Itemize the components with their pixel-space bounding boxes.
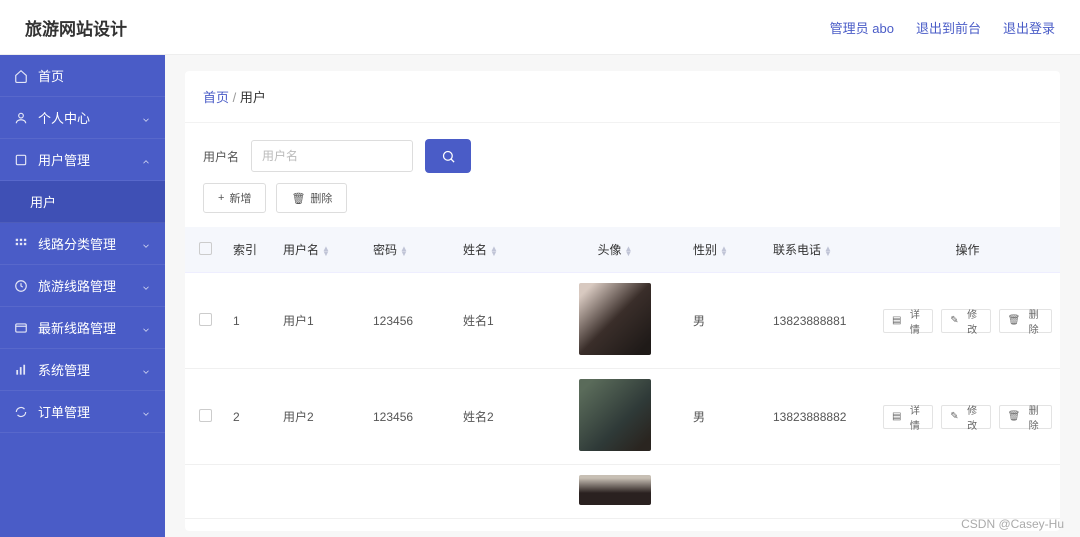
clock-icon xyxy=(14,279,28,293)
app-title: 旅游网站设计 xyxy=(25,15,127,40)
data-table: 索引 用户名▲▼ 密码▲▼ 姓名▲▼ 头像▲▼ 性别▲▼ 联系电话▲▼ 操作 1… xyxy=(185,227,1060,519)
sidebar: 首页个人中心用户管理用户线路分类管理旅游线路管理最新线路管理系统管理订单管理 xyxy=(0,55,165,537)
sort-icon[interactable]: ▲▼ xyxy=(625,246,633,256)
avatar xyxy=(579,283,651,355)
search-label: 用户名 xyxy=(203,148,239,165)
exit-front-link[interactable]: 退出到前台 xyxy=(916,18,981,37)
cell-name: 姓名2 xyxy=(455,369,545,465)
table-row xyxy=(185,465,1060,519)
cell-password: 123456 xyxy=(365,273,455,369)
edit-icon: ✎ xyxy=(950,315,958,326)
table-row: 2用户2123456姓名2 男13823888882 ▤详情 ✎修改 🗑删除 xyxy=(185,369,1060,465)
sidebar-item-8[interactable]: 订单管理 xyxy=(0,391,165,433)
sidebar-item-3[interactable]: 用户 xyxy=(0,181,165,223)
sort-icon[interactable]: ▲▼ xyxy=(400,246,408,256)
sidebar-item-1[interactable]: 个人中心 xyxy=(0,97,165,139)
main-content: 首页 / 用户 用户名 +新增 🗑删除 xyxy=(165,55,1080,537)
select-all-checkbox[interactable] xyxy=(199,242,212,255)
row-checkbox[interactable] xyxy=(199,409,212,422)
sidebar-item-4[interactable]: 线路分类管理 xyxy=(0,223,165,265)
avatar xyxy=(579,379,651,451)
breadcrumb-current: 用户 xyxy=(240,90,266,105)
top-links: 管理员 abo 退出到前台 退出登录 xyxy=(830,18,1055,37)
chevron-down-icon xyxy=(141,323,151,333)
edit-button[interactable]: ✎修改 xyxy=(941,405,990,429)
plus-icon: + xyxy=(218,192,224,204)
breadcrumb: 首页 / 用户 xyxy=(185,71,1060,123)
cell-gender: 男 xyxy=(685,273,765,369)
sidebar-item-label: 系统管理 xyxy=(38,360,90,379)
cell-name: 姓名1 xyxy=(455,273,545,369)
action-row: +新增 🗑删除 xyxy=(185,183,1060,227)
table-row: 1用户1123456姓名1 男13823888881 ▤详情 ✎修改 🗑删除 xyxy=(185,273,1060,369)
detail-button[interactable]: ▤详情 xyxy=(883,309,933,333)
add-button[interactable]: +新增 xyxy=(203,183,266,213)
sidebar-item-label: 订单管理 xyxy=(38,402,90,421)
window-icon xyxy=(14,321,28,335)
cell-username: 用户2 xyxy=(275,369,365,465)
logout-link[interactable]: 退出登录 xyxy=(1003,18,1055,37)
sidebar-item-7[interactable]: 系统管理 xyxy=(0,349,165,391)
row-checkbox[interactable] xyxy=(199,313,212,326)
sidebar-item-label: 用户 xyxy=(30,192,56,211)
delete-button[interactable]: 🗑删除 xyxy=(276,183,347,213)
topbar: 旅游网站设计 管理员 abo 退出到前台 退出登录 xyxy=(0,0,1080,55)
cell-gender: 男 xyxy=(685,369,765,465)
sort-icon[interactable]: ▲▼ xyxy=(322,246,330,256)
admin-link[interactable]: 管理员 abo xyxy=(830,18,894,37)
cell-index: 2 xyxy=(225,369,275,465)
edit-button[interactable]: ✎修改 xyxy=(941,309,990,333)
sidebar-item-label: 最新线路管理 xyxy=(38,318,116,337)
home-icon xyxy=(14,69,28,83)
row-delete-button[interactable]: 🗑删除 xyxy=(999,309,1052,333)
trash-icon: 🗑 xyxy=(1008,411,1021,422)
list-icon: ▤ xyxy=(892,315,901,326)
search-icon xyxy=(441,149,456,164)
trash-icon: 🗑 xyxy=(1008,315,1021,326)
search-toolbar: 用户名 xyxy=(185,123,1060,183)
sidebar-item-label: 旅游线路管理 xyxy=(38,276,116,295)
content-card: 首页 / 用户 用户名 +新增 🗑删除 xyxy=(185,71,1060,531)
breadcrumb-home[interactable]: 首页 xyxy=(203,90,229,105)
cell-phone: 13823888882 xyxy=(765,369,875,465)
chevron-down-icon xyxy=(141,365,151,375)
edit-icon: ✎ xyxy=(950,411,958,422)
refresh-icon xyxy=(14,405,28,419)
sidebar-item-label: 线路分类管理 xyxy=(38,234,116,253)
search-input[interactable] xyxy=(251,140,413,172)
sort-icon[interactable]: ▲▼ xyxy=(824,246,832,256)
sidebar-item-label: 用户管理 xyxy=(38,150,90,169)
chevron-down-icon xyxy=(141,407,151,417)
sort-icon[interactable]: ▲▼ xyxy=(490,246,498,256)
grid-icon xyxy=(14,237,28,251)
chevron-down-icon xyxy=(141,281,151,291)
search-button[interactable] xyxy=(425,139,471,173)
cell-username: 用户1 xyxy=(275,273,365,369)
watermark: CSDN @Casey-Hu xyxy=(961,517,1064,531)
chevron-down-icon xyxy=(141,113,151,123)
cell-phone: 13823888881 xyxy=(765,273,875,369)
trash-icon: 🗑 xyxy=(291,192,305,205)
breadcrumb-sep: / xyxy=(233,90,237,105)
sidebar-item-2[interactable]: 用户管理 xyxy=(0,139,165,181)
sidebar-item-6[interactable]: 最新线路管理 xyxy=(0,307,165,349)
users-icon xyxy=(14,153,28,167)
cell-password: 123456 xyxy=(365,369,455,465)
sidebar-item-label: 个人中心 xyxy=(38,108,90,127)
avatar xyxy=(579,475,651,505)
chevron-up-icon xyxy=(141,155,151,165)
bars-icon xyxy=(14,363,28,377)
table-header-row: 索引 用户名▲▼ 密码▲▼ 姓名▲▼ 头像▲▼ 性别▲▼ 联系电话▲▼ 操作 xyxy=(185,227,1060,273)
detail-button[interactable]: ▤详情 xyxy=(883,405,933,429)
row-delete-button[interactable]: 🗑删除 xyxy=(999,405,1052,429)
sidebar-item-0[interactable]: 首页 xyxy=(0,55,165,97)
user-icon xyxy=(14,111,28,125)
list-icon: ▤ xyxy=(892,411,901,422)
sidebar-item-5[interactable]: 旅游线路管理 xyxy=(0,265,165,307)
table-body: 1用户1123456姓名1男13823888881▤详情✎修改🗑删除2用户212… xyxy=(185,273,1060,519)
sidebar-item-label: 首页 xyxy=(38,66,64,85)
chevron-down-icon xyxy=(141,239,151,249)
cell-index: 1 xyxy=(225,273,275,369)
sort-icon[interactable]: ▲▼ xyxy=(720,246,728,256)
